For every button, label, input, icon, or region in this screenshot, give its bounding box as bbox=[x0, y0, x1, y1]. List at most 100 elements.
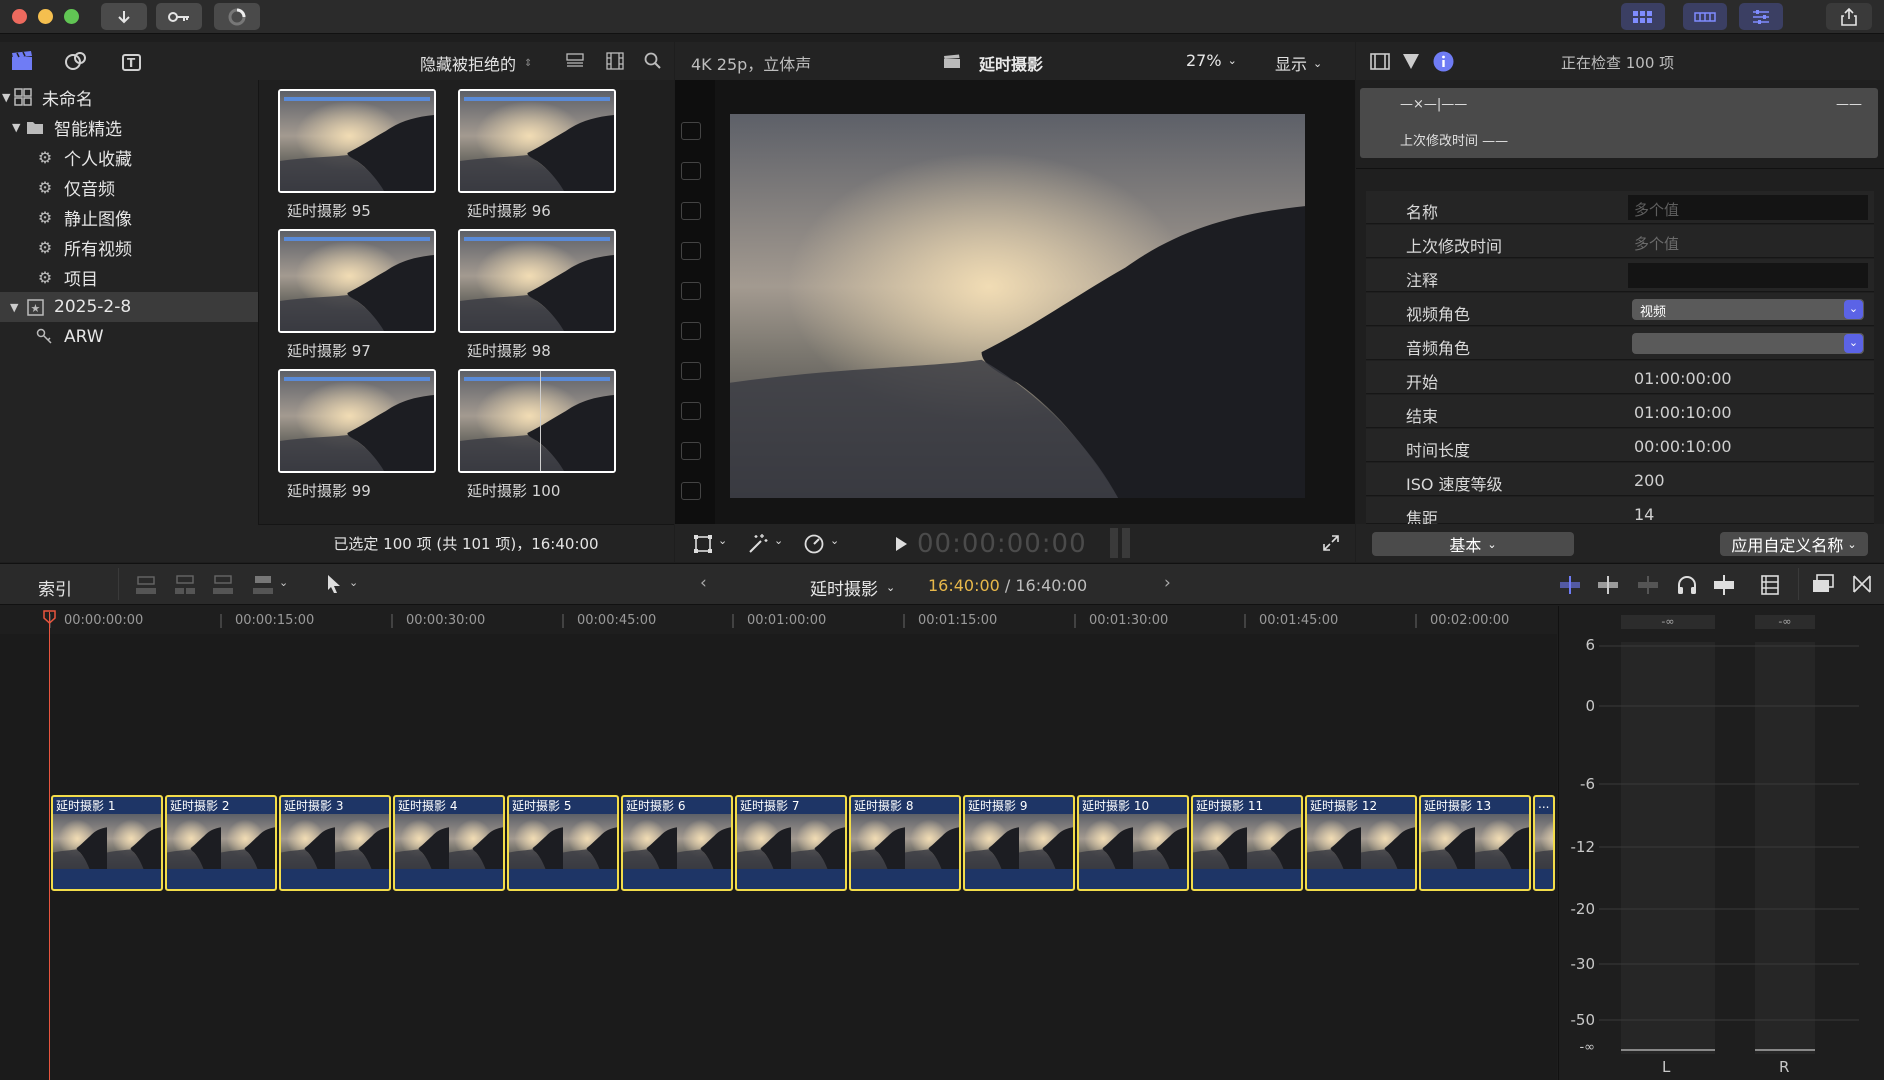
timeline-clip[interactable]: 延时摄影 10 bbox=[1077, 795, 1189, 891]
audio-skimming-icon[interactable] bbox=[1596, 575, 1620, 595]
viewer-frame[interactable] bbox=[730, 114, 1305, 498]
video-role-popup[interactable]: 视频 ⌄ bbox=[1632, 299, 1864, 320]
append-clip-icon[interactable] bbox=[212, 574, 234, 596]
forward-arrow-icon[interactable]: › bbox=[1164, 573, 1171, 593]
play-icon[interactable] bbox=[894, 536, 908, 552]
effects-browser-icon[interactable] bbox=[1852, 574, 1872, 594]
field-value: 多个值 bbox=[1634, 235, 1680, 253]
download-arrow-icon bbox=[118, 10, 130, 23]
browser-clip-thumbnail[interactable] bbox=[278, 369, 436, 473]
chevron-down-icon[interactable]: ⌄ bbox=[349, 576, 358, 589]
inspector-summary-header: —×—|—— —— 上次修改时间 —— bbox=[1360, 88, 1878, 158]
library-item-keyword[interactable]: ARW bbox=[0, 322, 258, 352]
color-inspector-icon[interactable] bbox=[1402, 53, 1420, 70]
zoom-window-button[interactable] bbox=[64, 9, 79, 24]
apply-custom-name-menu[interactable]: 应用自定义名称 ⌄ bbox=[1720, 532, 1868, 556]
clip-filter-menu[interactable]: 隐藏被拒绝的 ⇕ bbox=[420, 51, 532, 75]
library-item-projects[interactable]: ⚙ 项目 bbox=[0, 262, 258, 292]
photos-audio-icon[interactable] bbox=[64, 50, 88, 72]
transform-icon[interactable] bbox=[693, 534, 713, 554]
disclosure-triangle-icon[interactable]: ▼ bbox=[12, 121, 26, 134]
metadata-view-menu[interactable]: 基本 ⌄ bbox=[1372, 532, 1574, 556]
library-item-favorites[interactable]: ⚙ 个人收藏 bbox=[0, 142, 258, 172]
timeline-clip[interactable]: 延时摄影 4 bbox=[393, 795, 505, 891]
browser-clip-thumbnail[interactable] bbox=[458, 229, 616, 333]
browser-clip-thumbnail[interactable] bbox=[278, 89, 436, 193]
playhead[interactable] bbox=[49, 612, 50, 1080]
timeline-index-toggle-icon[interactable] bbox=[1812, 574, 1834, 594]
browser-clip-thumbnail[interactable] bbox=[458, 369, 616, 473]
timeline-clip[interactable]: 延时摄影 12 bbox=[1305, 795, 1417, 891]
timeline-area[interactable]: 延时摄影 1 延时摄影 2 延时摄影 3 延时摄影 4 延时摄影 5 延时摄影 6 延时摄影… bbox=[0, 634, 1557, 1080]
timeline-clip[interactable]: 延时摄影 13 bbox=[1419, 795, 1531, 891]
libraries-clapper-icon[interactable] bbox=[10, 50, 34, 72]
audio-role-popup[interactable]: ⌄ bbox=[1632, 333, 1864, 354]
timeline-clip[interactable]: 延时摄影 7 bbox=[735, 795, 847, 891]
headphones-icon[interactable] bbox=[1676, 574, 1698, 596]
fullscreen-icon[interactable] bbox=[1322, 534, 1340, 552]
magic-wand-icon[interactable] bbox=[747, 533, 769, 555]
inspector-row-video-role: 视频角色 视频 ⌄ bbox=[1366, 293, 1874, 326]
library-item-untitled[interactable]: ▼ 未命名 bbox=[0, 82, 258, 112]
back-arrow-icon[interactable]: ‹ bbox=[700, 573, 707, 593]
name-field[interactable]: 多个值 bbox=[1628, 195, 1868, 220]
solo-icon[interactable] bbox=[1636, 575, 1660, 595]
timeline-clip[interactable]: 延时摄影 5 bbox=[507, 795, 619, 891]
chevron-down-icon[interactable]: ⌄ bbox=[774, 534, 783, 547]
minimize-window-button[interactable] bbox=[38, 9, 53, 24]
connect-clip-icon[interactable] bbox=[135, 574, 157, 596]
show-browser-button[interactable] bbox=[1621, 3, 1665, 30]
share-button[interactable] bbox=[1826, 3, 1872, 30]
timeline-clip[interactable]: 延时摄影 1 bbox=[51, 795, 163, 891]
library-item-stills[interactable]: ⚙ 静止图像 bbox=[0, 202, 258, 232]
index-button[interactable]: 索引 bbox=[38, 575, 72, 600]
insert-clip-icon[interactable] bbox=[174, 574, 196, 596]
project-menu[interactable]: 延时摄影 ⌄ bbox=[810, 575, 895, 600]
browser-clip-thumbnail[interactable] bbox=[278, 229, 436, 333]
info-icon[interactable] bbox=[1433, 51, 1454, 72]
speed-gauge-icon[interactable] bbox=[803, 533, 825, 555]
timeline-clip[interactable]: 延时摄影 6 bbox=[621, 795, 733, 891]
list-view-icon[interactable] bbox=[566, 53, 584, 69]
view-menu[interactable]: 显示 ⌄ bbox=[1275, 51, 1322, 75]
chevron-down-icon[interactable]: ⌄ bbox=[830, 534, 839, 547]
timeline-ruler[interactable]: 00:00:00:00 00:00:15:00 00:00:30:00 00:0… bbox=[0, 606, 1557, 634]
select-tool-icon[interactable] bbox=[326, 574, 342, 594]
search-icon[interactable] bbox=[644, 52, 662, 70]
show-inspector-button[interactable] bbox=[1739, 3, 1783, 30]
primary-storyline: 延时摄影 1 延时摄影 2 延时摄影 3 延时摄影 4 延时摄影 5 延时摄影 6 延时摄影… bbox=[0, 634, 1557, 1080]
clip-appearance-icon[interactable] bbox=[606, 52, 624, 70]
timeline-clip[interactable]: ... bbox=[1533, 795, 1555, 891]
zoom-menu[interactable]: 27% ⌄ bbox=[1186, 51, 1237, 70]
timeline-clip[interactable]: 延时摄影 3 bbox=[279, 795, 391, 891]
skimming-icon[interactable] bbox=[1558, 575, 1582, 595]
chevron-down-icon[interactable]: ⌄ bbox=[718, 534, 727, 547]
timeline-clip[interactable]: 延时摄影 8 bbox=[849, 795, 961, 891]
channel-label-right: R bbox=[1779, 1058, 1790, 1076]
titles-generators-icon[interactable]: T bbox=[120, 50, 144, 72]
tree-label: 静止图像 bbox=[64, 209, 132, 230]
disclosure-triangle-icon[interactable]: ▼ bbox=[10, 301, 26, 314]
library-item-all-video[interactable]: ⚙ 所有视频 bbox=[0, 232, 258, 262]
playhead-handle-icon[interactable] bbox=[43, 610, 56, 624]
disclosure-triangle-icon[interactable]: ▼ bbox=[2, 91, 14, 104]
snapping-icon[interactable] bbox=[1712, 574, 1736, 596]
clip-appearance-icon[interactable] bbox=[1760, 574, 1780, 596]
library-item-smart-collections[interactable]: ▼ 智能精选 bbox=[0, 112, 258, 142]
library-item-audio-only[interactable]: ⚙ 仅音频 bbox=[0, 172, 258, 202]
background-tasks-button[interactable] bbox=[214, 3, 260, 30]
chevron-down-icon[interactable]: ⌄ bbox=[279, 576, 288, 589]
overwrite-clip-icon[interactable] bbox=[252, 574, 274, 596]
browser-clip-thumbnail[interactable] bbox=[458, 89, 616, 193]
keyword-editor-button[interactable] bbox=[156, 3, 202, 30]
timeline-clip[interactable]: 延时摄影 11 bbox=[1191, 795, 1303, 891]
close-window-button[interactable] bbox=[12, 9, 27, 24]
timeline-clip[interactable]: 延时摄影 2 bbox=[165, 795, 277, 891]
show-timeline-button[interactable] bbox=[1683, 3, 1727, 30]
notes-field[interactable] bbox=[1628, 263, 1868, 288]
library-item-event[interactable]: ▼ ★ 2025-2-8 bbox=[0, 292, 258, 322]
viewer-timecode[interactable]: 00:00:00:00 bbox=[917, 529, 1087, 559]
video-inspector-icon[interactable] bbox=[1370, 53, 1390, 70]
timeline-clip[interactable]: 延时摄影 9 bbox=[963, 795, 1075, 891]
import-button[interactable] bbox=[101, 3, 147, 30]
